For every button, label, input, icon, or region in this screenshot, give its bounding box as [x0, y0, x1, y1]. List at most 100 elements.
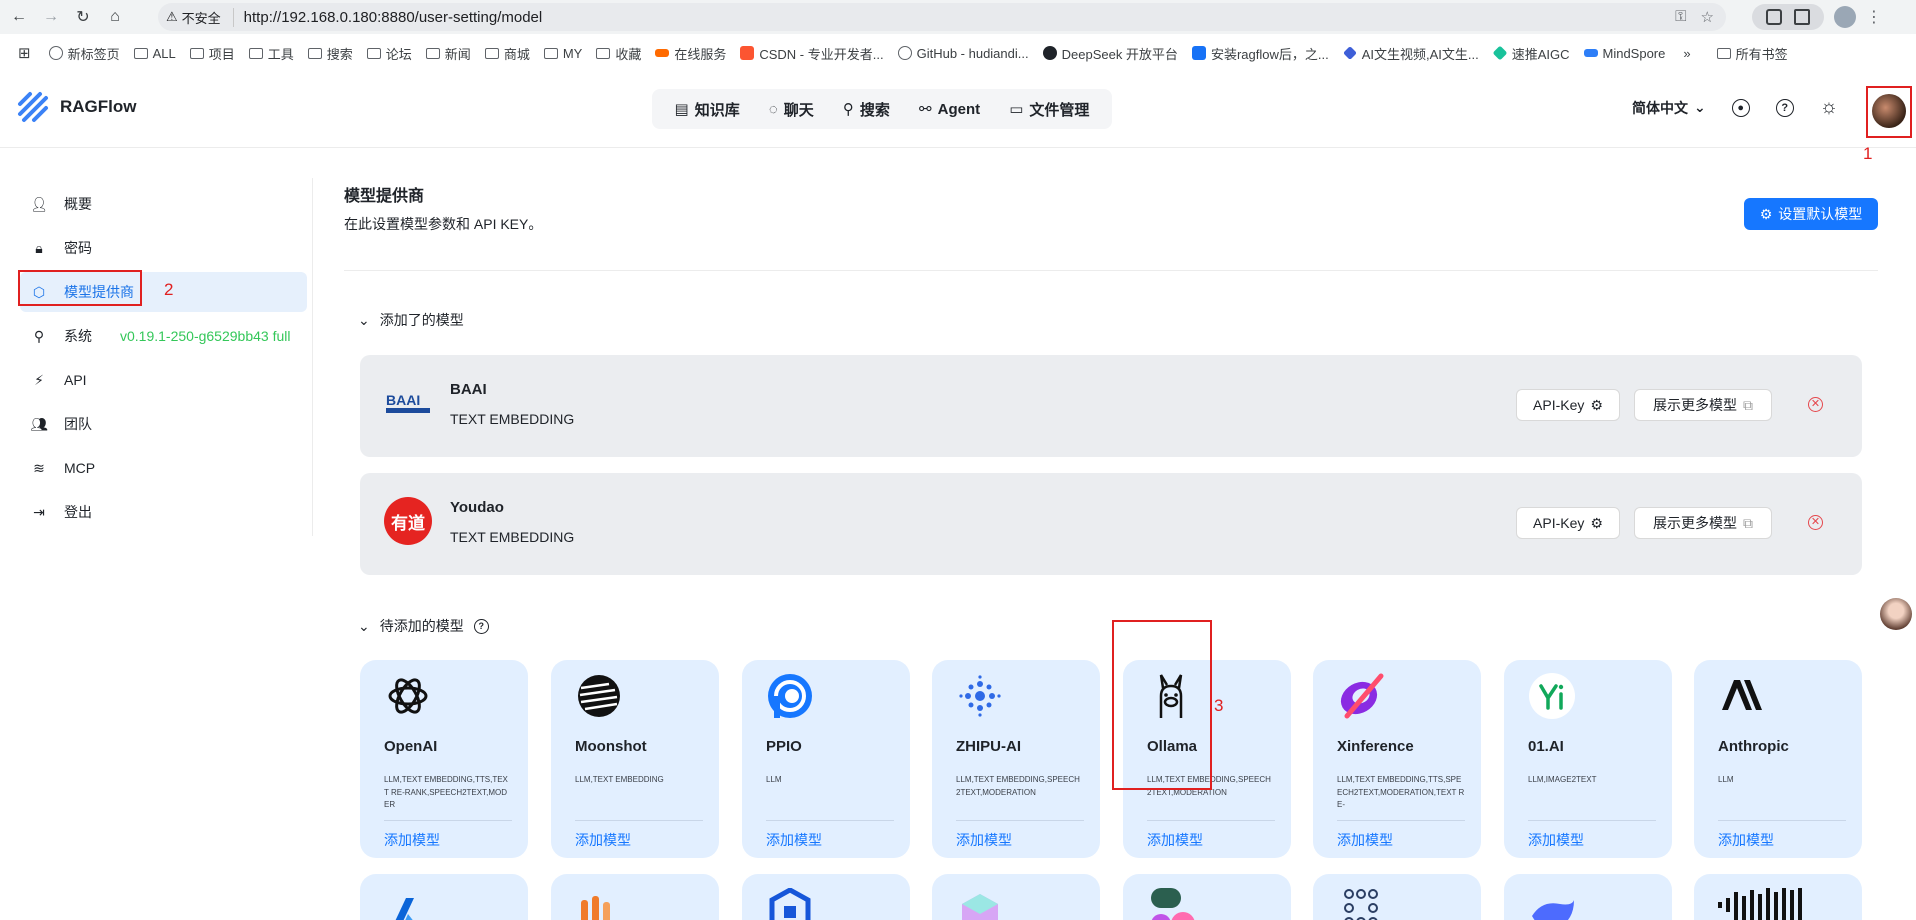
back-icon[interactable]: ←	[6, 4, 32, 30]
youdao-logo-icon: 有道	[384, 497, 432, 545]
sun-icon[interactable]: ☼	[1820, 96, 1838, 119]
link-icon	[655, 49, 670, 57]
added-models-toggle[interactable]: ⌄ 添加了的模型	[358, 310, 464, 330]
add-model-link[interactable]: 添加模型	[766, 830, 822, 850]
sidebar-item-api[interactable]: ⚡︎ API	[20, 360, 307, 400]
xinference-icon	[1337, 672, 1385, 720]
sidebar-item-system[interactable]: ⚲ 系统 v0.19.1-250-g6529bb43 full	[20, 316, 307, 356]
nav-search[interactable]: ⚲ 搜索	[843, 99, 890, 120]
add-model-link[interactable]: 添加模型	[1147, 830, 1203, 850]
puzzle-icon[interactable]	[1794, 9, 1810, 25]
chevron-down-icon: ⌄	[358, 617, 370, 634]
bookmark-folder[interactable]: ALL	[133, 46, 176, 61]
home-icon[interactable]: ⌂	[102, 4, 128, 30]
provider-card-shapes[interactable]	[1123, 874, 1291, 920]
nav-file-management[interactable]: ▭ 文件管理	[1009, 99, 1089, 120]
github-icon[interactable]: ●	[1731, 98, 1750, 117]
bookmark-item[interactable]: 安装ragflow后，之...	[1191, 44, 1329, 63]
bookmark-folder[interactable]: MY	[543, 46, 582, 61]
add-model-link[interactable]: 添加模型	[956, 830, 1012, 850]
bookmark-item[interactable]: AI文生视频,AI文生...	[1342, 44, 1479, 63]
add-model-link[interactable]: 添加模型	[384, 830, 440, 850]
nav-knowledge-base[interactable]: ▤ 知识库	[675, 99, 740, 120]
bookmark-item[interactable]: GitHub - hudiandi...	[897, 46, 1029, 61]
page-title: 模型提供商	[344, 188, 425, 205]
delete-icon[interactable]: ✕	[1808, 397, 1823, 412]
add-model-link[interactable]: 添加模型	[1337, 830, 1393, 850]
bookmark-item[interactable]: DeepSeek 开放平台	[1042, 44, 1178, 63]
provider-card-bedrock[interactable]	[551, 874, 719, 920]
provider-card-moonshot[interactable]: Moonshot LLM,TEXT EMBEDDING 添加模型	[551, 660, 719, 858]
bookmarks-bar: ⊞ 新标签页 ALL 项目 工具 搜索 论坛 新闻 商城 MY 收藏 在线服务 …	[0, 38, 1916, 68]
floating-assistant-avatar[interactable]	[1880, 598, 1912, 630]
profile-avatar[interactable]	[1834, 6, 1856, 28]
provider-card-openai[interactable]: OpenAI LLM,TEXT EMBEDDING,TTS,TEXT RE-RA…	[360, 660, 528, 858]
password-key-icon[interactable]: ⚿	[1675, 8, 1686, 26]
sidebar-item-overview[interactable]: 👤︎ 概要	[20, 184, 307, 224]
bookmark-folder[interactable]: 工具	[248, 44, 294, 63]
annotation-label-1: 1	[1863, 144, 1873, 163]
add-model-link[interactable]: 添加模型	[575, 830, 631, 850]
provider-card-dots[interactable]	[1313, 874, 1481, 920]
card-divider	[956, 820, 1084, 821]
provider-card-whale[interactable]	[1504, 874, 1672, 920]
bookmark-folder[interactable]: 搜索	[307, 44, 353, 63]
provider-card-anthropic[interactable]: Anthropic LLM 添加模型	[1694, 660, 1862, 858]
api-key-button[interactable]: API-Key ⚙	[1516, 507, 1620, 539]
mindspore-icon	[1583, 49, 1598, 57]
menu-icon[interactable]: ⋮	[1866, 7, 1882, 27]
add-model-link[interactable]: 添加模型	[1718, 830, 1774, 850]
gear-icon: ⚙	[1590, 514, 1603, 531]
provider-card-01ai[interactable]: 01.AI LLM,IMAGE2TEXT 添加模型	[1504, 660, 1672, 858]
sidebar-item-password[interactable]: 🔒︎ 密码	[20, 228, 307, 268]
provider-card-azure[interactable]	[360, 874, 528, 920]
provider-card-xinference[interactable]: Xinference LLM,TEXT EMBEDDING,TTS,SPEECH…	[1313, 660, 1481, 858]
app-logo[interactable]: RAGFlow	[16, 90, 137, 124]
sidebar-item-mcp[interactable]: ≋ MCP	[20, 448, 307, 488]
reload-icon[interactable]: ↻	[70, 4, 96, 30]
nav-chat[interactable]: ◌ 聊天	[769, 99, 814, 120]
provider-card-gem[interactable]	[932, 874, 1100, 920]
bookmark-folder[interactable]: 新闻	[425, 44, 471, 63]
bookmark-folder[interactable]: 收藏	[596, 44, 641, 63]
provider-card-waveform[interactable]	[1694, 874, 1862, 920]
bookmark-item[interactable]: 新标签页	[48, 44, 120, 63]
provider-card-zhipu[interactable]: ZHIPU-AI LLM,TEXT EMBEDDING,SPEECH2TEXT,…	[932, 660, 1100, 858]
bookmark-item[interactable]: 速推AIGC	[1492, 44, 1570, 63]
all-bookmarks-folder[interactable]: 所有书签	[1716, 44, 1788, 63]
version-label: v0.19.1-250-g6529bb43 full	[120, 328, 291, 344]
bookmark-item[interactable]: 在线服务	[655, 44, 726, 63]
pending-models-toggle[interactable]: ⌄ 待添加的模型?	[358, 616, 489, 636]
waveform-icon	[1718, 888, 1802, 920]
model-tags: TEXT EMBEDDING	[450, 529, 575, 545]
apps-grid-icon[interactable]: ⊞	[18, 44, 31, 62]
set-default-model-button[interactable]: ⚙ 设置默认模型	[1744, 198, 1878, 230]
api-key-button[interactable]: API-Key ⚙	[1516, 389, 1620, 421]
delete-icon[interactable]: ✕	[1808, 515, 1823, 530]
provider-card-blue-hex[interactable]	[742, 874, 910, 920]
bookmark-item[interactable]: MindSpore	[1583, 46, 1665, 61]
bookmark-item[interactable]: CSDN - 专业开发者...	[740, 44, 884, 63]
add-model-link[interactable]: 添加模型	[1528, 830, 1584, 850]
help-icon[interactable]: ?	[473, 618, 489, 634]
model-name: Youdao	[450, 499, 504, 516]
sidebar-item-logout[interactable]: ⇥ 登出	[20, 492, 307, 532]
help-icon[interactable]: ?	[1775, 98, 1794, 117]
more-bookmarks-icon[interactable]: »	[1683, 46, 1690, 61]
language-selector[interactable]: 简体中文 ⌄	[1632, 98, 1706, 118]
bookmark-star-icon[interactable]: ☆	[1701, 8, 1714, 26]
forward-icon[interactable]: →	[38, 4, 64, 30]
url-text[interactable]: http://192.168.0.180:8880/user-setting/m…	[244, 9, 543, 26]
sidebar-item-team[interactable]: 👥︎ 团队	[20, 404, 307, 444]
security-indicator[interactable]: ⚠ 不安全	[166, 7, 234, 27]
provider-tags: LLM,TEXT EMBEDDING,TTS,SPEECH2TEXT,MODER…	[1337, 775, 1465, 809]
bookmark-folder[interactable]: 商城	[484, 44, 530, 63]
provider-card-ppio[interactable]: PPIO LLM 添加模型	[742, 660, 910, 858]
address-bar[interactable]: ⚠ 不安全 http://192.168.0.180:8880/user-sett…	[158, 3, 1726, 31]
extension-icon[interactable]	[1766, 9, 1782, 25]
bookmark-folder[interactable]: 论坛	[366, 44, 412, 63]
bookmark-folder[interactable]: 项目	[189, 44, 235, 63]
show-more-models-button[interactable]: 展示更多模型 ⧉	[1634, 389, 1772, 421]
show-more-models-button[interactable]: 展示更多模型 ⧉	[1634, 507, 1772, 539]
nav-agent[interactable]: ⚯ Agent	[919, 100, 980, 119]
